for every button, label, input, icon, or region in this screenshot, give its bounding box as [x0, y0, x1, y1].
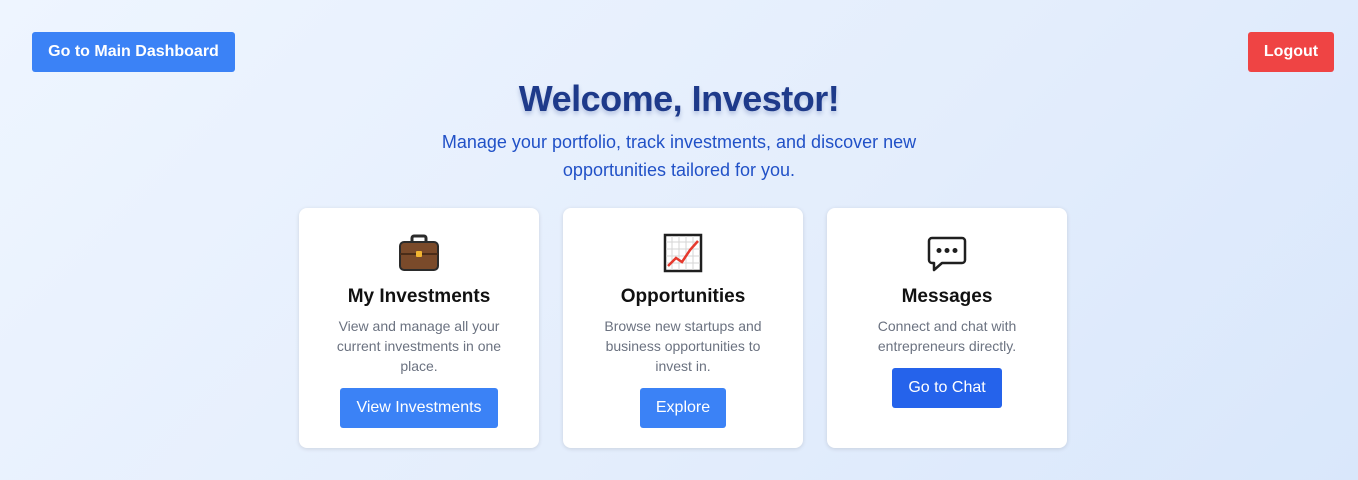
main-dashboard-button[interactable]: Go to Main Dashboard: [32, 32, 235, 72]
go-to-chat-button[interactable]: Go to Chat: [892, 368, 1002, 408]
card-description: View and manage all your current investm…: [336, 318, 502, 374]
page-subtitle: Manage your portfolio, track investments…: [441, 132, 917, 180]
card-description: Connect and chat with entrepreneurs dire…: [877, 318, 1017, 354]
card-description: Browse new startups and business opportu…: [604, 318, 762, 374]
card-opportunities: Opportunities Browse new startups and bu…: [563, 208, 803, 448]
card-my-investments: My Investments View and manage all your …: [299, 208, 539, 448]
card-title: My Investments: [347, 286, 491, 307]
view-investments-button[interactable]: View Investments: [340, 388, 498, 428]
feature-cards: My Investments View and manage all your …: [299, 208, 1067, 448]
speech-bubble-icon: [926, 232, 968, 274]
page-title: Welcome, Investor!: [518, 78, 840, 119]
explore-button[interactable]: Explore: [639, 388, 727, 428]
card-messages: Messages Connect and chat with entrepren…: [827, 208, 1067, 448]
logout-button[interactable]: Logout: [1248, 32, 1334, 72]
card-title: Messages: [901, 286, 993, 307]
briefcase-icon: [398, 232, 440, 274]
chart-increasing-icon: [662, 232, 704, 274]
card-title: Opportunities: [620, 286, 746, 307]
